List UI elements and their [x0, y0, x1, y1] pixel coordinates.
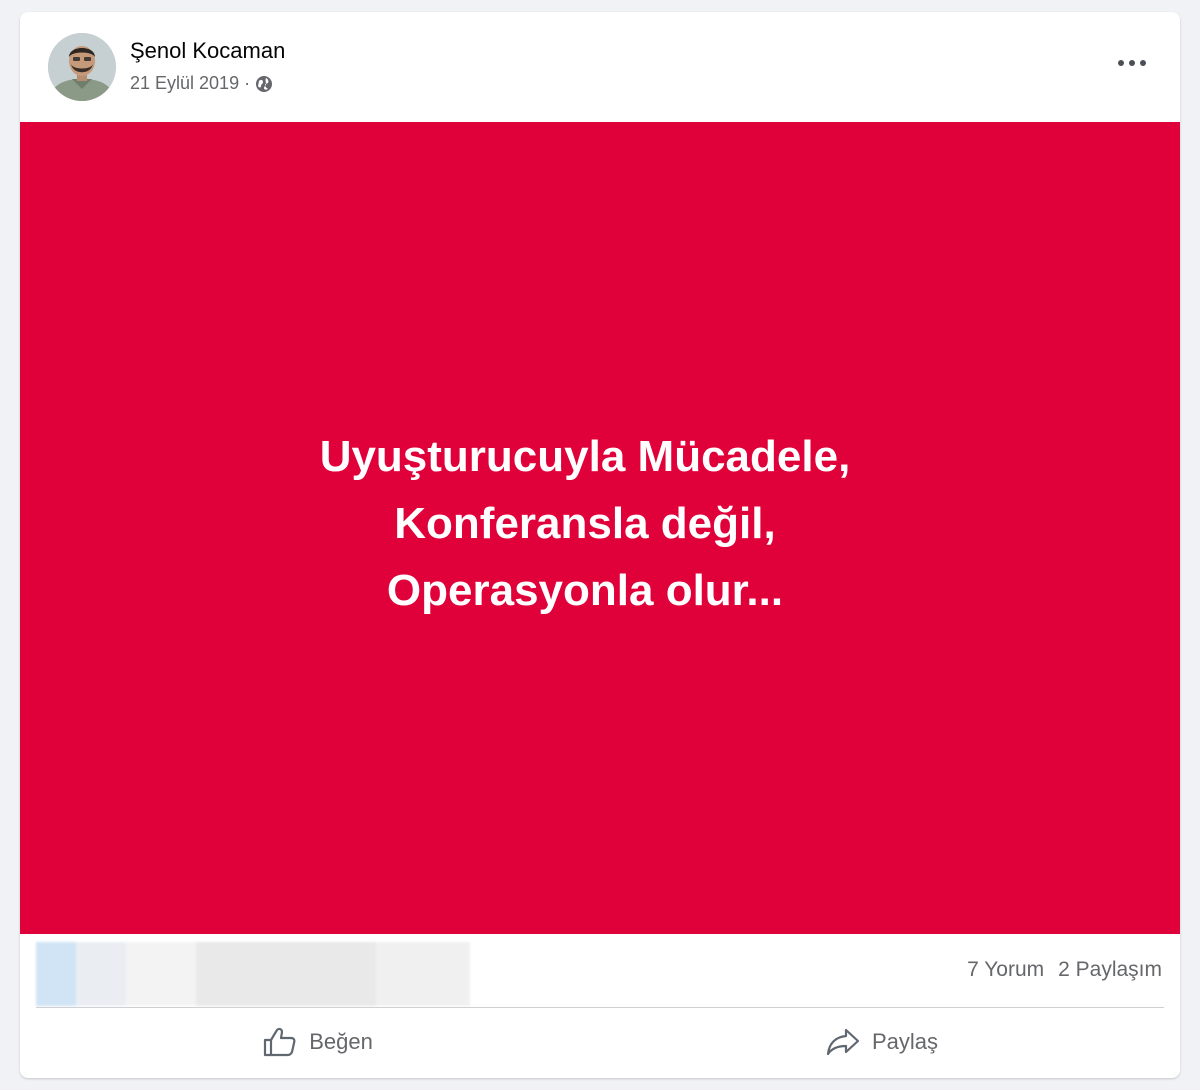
avatar[interactable] [48, 33, 116, 101]
post-meta: 21 Eylül 2019 · [130, 73, 273, 94]
reactions-summary-blurred [36, 942, 470, 1006]
post-image[interactable]: Uyuşturucuyla Mücadele, Konferansla deği… [20, 122, 1180, 934]
author-name[interactable]: Şenol Kocaman [130, 38, 285, 64]
post-header: Şenol Kocaman 21 Eylül 2019 · [20, 12, 1180, 122]
post-text-line: Operasyonla olur... [386, 565, 784, 615]
comments-count[interactable]: 7 Yorum [967, 958, 1044, 982]
thumbs-up-icon [263, 1027, 297, 1057]
share-button[interactable]: Paylaş [600, 1010, 1164, 1074]
divider [36, 1007, 1164, 1008]
avatar-image [48, 33, 116, 101]
share-label: Paylaş [871, 1029, 939, 1054]
post-actions: Beğen Paylaş [36, 1010, 1164, 1074]
post-text: Uyuşturucuyla Mücadele, Konferansla deği… [320, 423, 851, 624]
meta-separator: · [244, 73, 251, 93]
more-options-icon[interactable] [1112, 48, 1152, 78]
post-card: Şenol Kocaman 21 Eylül 2019 · Uyuşturucu… [20, 12, 1180, 1078]
like-label: Beğen [309, 1029, 373, 1054]
globe-icon[interactable] [255, 75, 273, 93]
post-date[interactable]: 21 Eylül 2019 [130, 73, 239, 94]
like-button[interactable]: Beğen [36, 1010, 600, 1074]
shares-count[interactable]: 2 Paylaşım [1058, 958, 1162, 982]
post-text-line: Uyuşturucuyla Mücadele, [319, 431, 851, 481]
post-stats: 7 Yorum 2 Paylaşım [967, 958, 1162, 982]
post-text-line: Konferansla değil, [394, 498, 776, 548]
share-arrow-icon [826, 1027, 860, 1057]
